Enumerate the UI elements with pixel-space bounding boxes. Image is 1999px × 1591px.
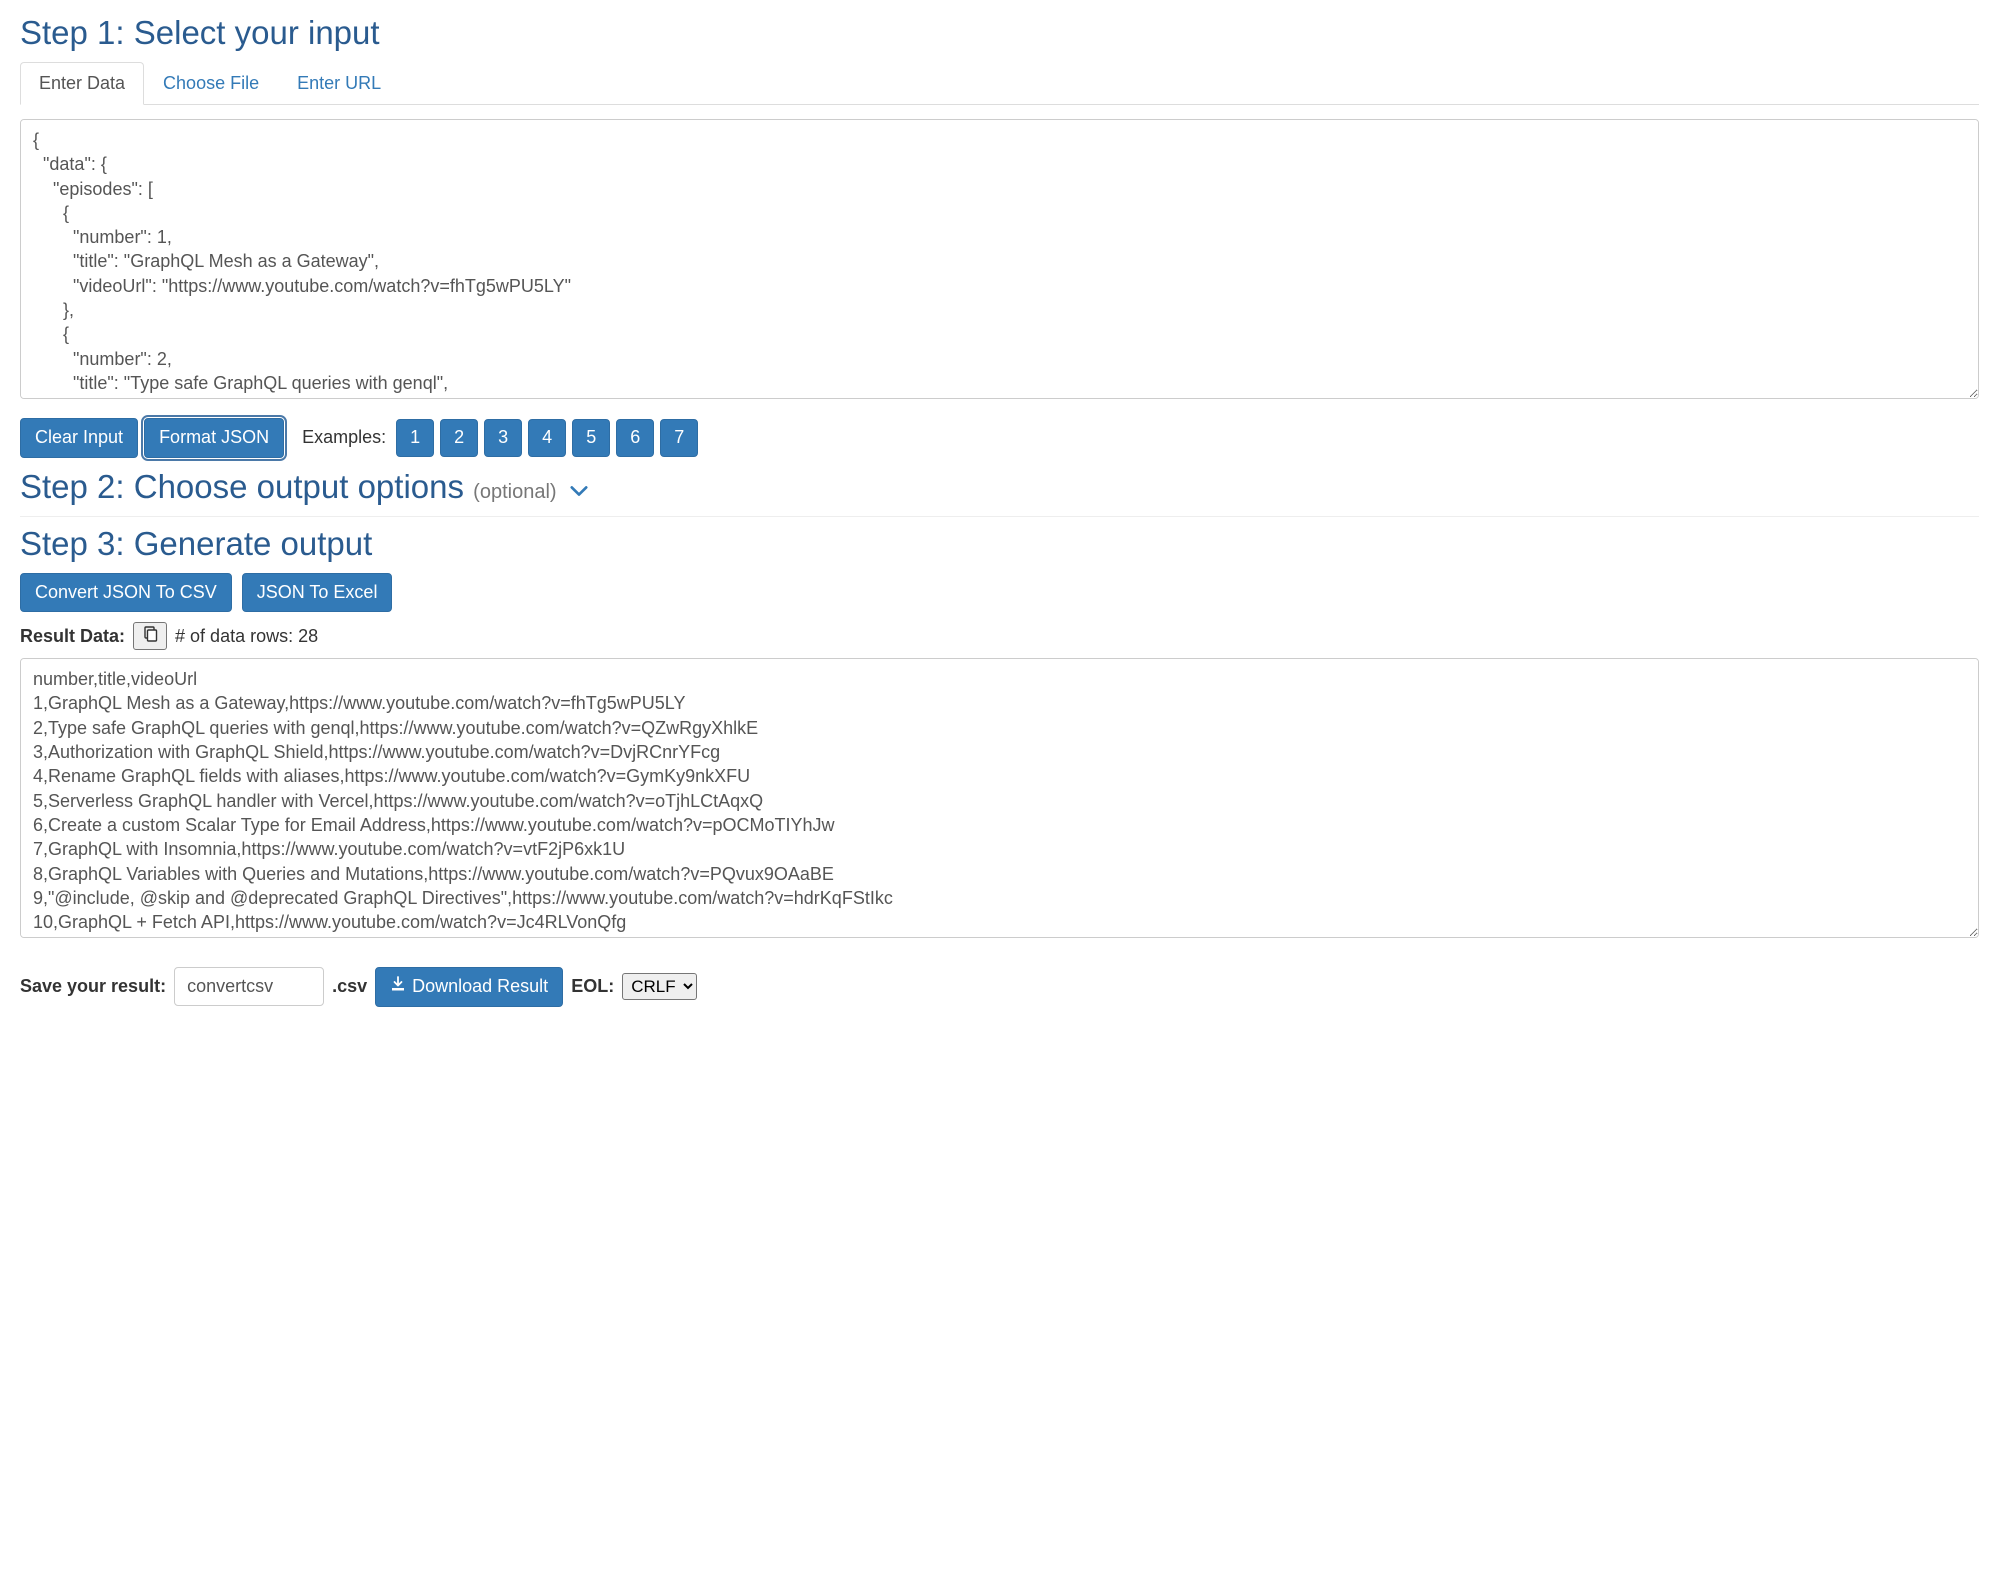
- divider: [20, 516, 1979, 517]
- example-1-button[interactable]: 1: [396, 419, 434, 457]
- copy-result-button[interactable]: [133, 622, 167, 650]
- example-3-button[interactable]: 3: [484, 419, 522, 457]
- clear-input-button[interactable]: Clear Input: [20, 418, 138, 458]
- csv-output-textarea[interactable]: [20, 658, 1979, 938]
- examples-label: Examples:: [302, 427, 386, 448]
- example-2-button[interactable]: 2: [440, 419, 478, 457]
- filename-input[interactable]: [174, 967, 324, 1006]
- step-2-optional-text: (optional): [473, 481, 556, 503]
- file-extension-text: .csv: [332, 976, 367, 997]
- copy-icon: [142, 626, 158, 647]
- eol-label: EOL:: [571, 976, 614, 997]
- step-1-title: Step 1: Select your input: [20, 14, 1979, 52]
- json-to-excel-button[interactable]: JSON To Excel: [242, 573, 393, 613]
- step-2-section: Step 2: Choose output options (optional): [20, 468, 1979, 506]
- tab-choose-file[interactable]: Choose File: [144, 62, 278, 105]
- example-5-button[interactable]: 5: [572, 419, 610, 457]
- save-result-row: Save your result: .csv Download Result E…: [20, 967, 1979, 1007]
- tab-enter-url[interactable]: Enter URL: [278, 62, 400, 105]
- input-tabs: Enter Data Choose File Enter URL: [20, 62, 1979, 105]
- json-input-textarea[interactable]: [20, 119, 1979, 399]
- download-result-label: Download Result: [412, 976, 548, 998]
- example-6-button[interactable]: 6: [616, 419, 654, 457]
- chevron-down-icon[interactable]: [570, 481, 588, 504]
- step-2-title: Step 2: Choose output options (optional): [20, 468, 1979, 506]
- download-icon: [390, 976, 406, 998]
- convert-json-to-csv-button[interactable]: Convert JSON To CSV: [20, 573, 232, 613]
- row-count-text: # of data rows: 28: [175, 626, 318, 647]
- eol-select[interactable]: CRLF: [622, 973, 697, 1000]
- result-header-row: Result Data: # of data rows: 28: [20, 622, 1979, 650]
- save-result-label: Save your result:: [20, 976, 166, 997]
- step-1-section: Step 1: Select your input Enter Data Cho…: [20, 14, 1979, 458]
- step-2-title-text: Step 2: Choose output options: [20, 468, 464, 505]
- format-json-button[interactable]: Format JSON: [144, 418, 284, 458]
- step-3-title: Step 3: Generate output: [20, 525, 1979, 563]
- step-1-toolbar: Clear Input Format JSON Examples: 1 2 3 …: [20, 418, 1979, 458]
- tab-enter-data[interactable]: Enter Data: [20, 62, 144, 105]
- result-data-label: Result Data:: [20, 626, 125, 647]
- download-result-button[interactable]: Download Result: [375, 967, 563, 1007]
- example-4-button[interactable]: 4: [528, 419, 566, 457]
- example-7-button[interactable]: 7: [660, 419, 698, 457]
- step-3-buttons: Convert JSON To CSV JSON To Excel: [20, 573, 1979, 613]
- step-3-section: Step 3: Generate output Convert JSON To …: [20, 525, 1979, 1007]
